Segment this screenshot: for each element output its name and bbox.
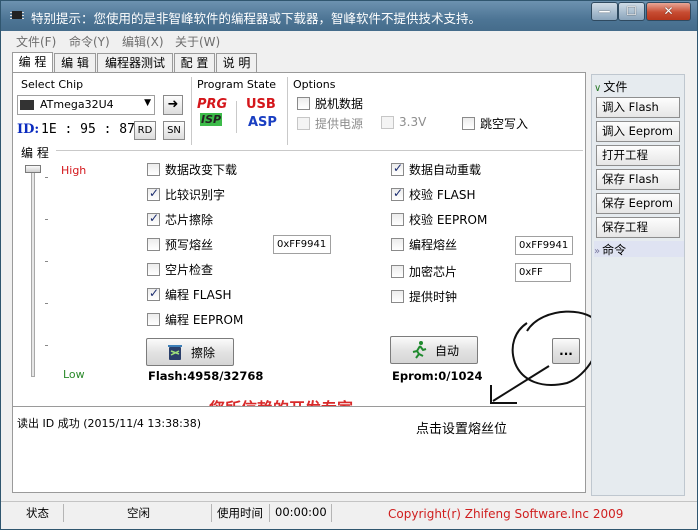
id-label: ID:	[17, 122, 40, 137]
elapsed-time-label: 使用时间	[217, 506, 263, 520]
provide-clock-checkbox[interactable]: 提供时钟	[391, 288, 457, 305]
program-eeprom-checkbox[interactable]: 编程 EEPROM	[147, 311, 243, 328]
chip-erase-checkbox[interactable]: 芯片擦除	[147, 211, 213, 228]
title-bar[interactable]: 特别提示：您使用的是非智峰软件的编程器或下载器，智峰软件不提供技术支持。 — ☐…	[1, 1, 697, 31]
auto-button-label: 自动	[434, 343, 459, 358]
close-icon: ✕	[663, 4, 674, 18]
flash-count: Flash:4958/32768	[148, 369, 264, 383]
speed-low-label: Low	[63, 368, 85, 381]
status-bar: 状态 空闲 使用时间 00:00:00 Copyright(r) Zhifeng…	[1, 501, 697, 529]
tab-program[interactable]: 编 程	[12, 52, 53, 73]
prewrite-fuse-input[interactable]: 0xFF9941	[273, 235, 331, 254]
status-value: 空闲	[127, 506, 150, 520]
verify-eeprom-checkbox[interactable]: 校验 EEPROM	[391, 211, 487, 228]
program-group-label: 编 程	[21, 146, 49, 160]
close-button[interactable]: ✕	[646, 2, 691, 21]
erase-button[interactable]: 擦除	[146, 338, 234, 366]
tab-programmer-test[interactable]: 编程器测试	[97, 53, 173, 72]
divider	[287, 77, 288, 145]
menu-command[interactable]: 命令(Y)	[69, 33, 110, 50]
divider	[191, 77, 192, 145]
program-fuse-checkbox[interactable]: 编程熔丝	[391, 236, 457, 253]
download-on-change-checkbox[interactable]: 数据改变下载	[147, 161, 237, 178]
erase-button-label: 擦除	[190, 345, 215, 360]
save-eeprom-button[interactable]: 保存 Eeprom	[596, 193, 680, 214]
compare-signature-checkbox[interactable]: 比较识别字	[147, 186, 225, 203]
speed-slider-track[interactable]	[31, 167, 35, 377]
menu-about[interactable]: 关于(W)	[175, 33, 220, 50]
prewrite-fuse-checkbox[interactable]: 预写熔丝	[147, 236, 213, 253]
running-man-icon	[412, 341, 427, 359]
speed-high-label: High	[61, 164, 87, 177]
supply-power-checkbox[interactable]: 提供电源	[297, 115, 363, 132]
menu-edit[interactable]: 编辑(X)	[122, 33, 164, 50]
save-flash-button[interactable]: 保存 Flash	[596, 169, 680, 190]
minimize-button[interactable]: —	[591, 2, 618, 21]
trash-icon	[167, 345, 182, 360]
blank-check-checkbox[interactable]: 空片检查	[147, 261, 213, 278]
save-project-button[interactable]: 保存工程	[596, 217, 680, 238]
program-fuse-input[interactable]: 0xFF9941	[515, 236, 573, 255]
chip-select[interactable]: ATmega32U4 ▼	[17, 95, 155, 115]
tab-edit[interactable]: 编 辑	[54, 53, 96, 72]
load-eeprom-button[interactable]: 调入 Eeprom	[596, 121, 680, 142]
read-id-button[interactable]: RD	[134, 121, 156, 140]
maximize-icon: ☐	[626, 4, 637, 18]
chevron-down-icon: ▼	[144, 98, 151, 108]
isp-logo: ISP	[200, 113, 223, 126]
prg-logo: PRG	[197, 97, 228, 112]
slogan-watermark: 您所信赖的开发专家	[209, 395, 353, 406]
app-chip-icon	[10, 11, 24, 19]
minimize-icon: —	[598, 4, 611, 18]
app-window: 特别提示：您使用的是非智峰软件的编程器或下载器，智峰软件不提供技术支持。 — ☐…	[0, 0, 698, 530]
arrow-right-icon: ➜	[167, 97, 179, 112]
window-title: 特别提示：您使用的是非智峰软件的编程器或下载器，智峰软件不提供技术支持。	[31, 11, 482, 26]
program-state-label: Program State	[197, 78, 277, 91]
open-project-button[interactable]: 打开工程	[596, 145, 680, 166]
handwritten-annotation	[490, 310, 602, 404]
tab-help[interactable]: 说 明	[216, 53, 257, 72]
copyright-text: Copyright(r) Zhifeng Software.Inc 2009	[388, 507, 624, 521]
encrypt-chip-checkbox[interactable]: 加密芯片	[391, 263, 457, 280]
auto-reload-checkbox[interactable]: 数据自动重载	[391, 161, 481, 178]
voltage-checkbox[interactable]: 3.3V	[381, 115, 426, 129]
maximize-button[interactable]: ☐	[618, 2, 645, 21]
eprom-count: Eprom:0/1024	[392, 369, 483, 383]
divider	[236, 101, 237, 133]
speed-slider-handle[interactable]	[25, 165, 41, 173]
lock-bits-input[interactable]: 0xFF	[515, 263, 571, 282]
offline-data-checkbox[interactable]: 脱机数据	[297, 95, 363, 112]
program-flash-checkbox[interactable]: 编程 FLASH	[147, 286, 232, 303]
elapsed-time-value: 00:00:00	[275, 505, 327, 519]
options-label: Options	[293, 78, 336, 91]
file-section-header[interactable]: ∨ 文件	[594, 78, 684, 94]
chip-select-value: ATmega32U4	[40, 98, 114, 111]
usb-logo: USB	[246, 97, 276, 112]
chevron-down-icon: ∨	[594, 83, 602, 94]
auto-button[interactable]: 自动	[390, 336, 478, 364]
verify-flash-checkbox[interactable]: 校验 FLASH	[391, 186, 476, 203]
log-line: 读出 ID 成功 (2015/11/4 13:38:38)	[17, 417, 202, 430]
status-label: 状态	[26, 506, 49, 520]
command-section-header[interactable]: » 命令	[594, 241, 684, 257]
asp-logo: ASP	[248, 115, 277, 130]
tab-config[interactable]: 配 置	[174, 53, 215, 72]
chevron-right-icon: »	[594, 246, 601, 257]
chip-id-value: 1E : 95 : 87	[41, 122, 135, 137]
menu-file[interactable]: 文件(F)	[16, 33, 56, 50]
chip-go-button[interactable]: ➜	[163, 95, 183, 115]
select-chip-label: Select Chip	[21, 78, 84, 91]
serial-number-button[interactable]: SN	[163, 121, 185, 140]
annotation-text: 点击设置熔丝位	[416, 422, 508, 437]
load-flash-button[interactable]: 调入 Flash	[596, 97, 680, 118]
divider	[56, 150, 583, 151]
chip-icon	[20, 100, 34, 110]
skip-empty-write-checkbox[interactable]: 跳空写入	[462, 115, 528, 132]
